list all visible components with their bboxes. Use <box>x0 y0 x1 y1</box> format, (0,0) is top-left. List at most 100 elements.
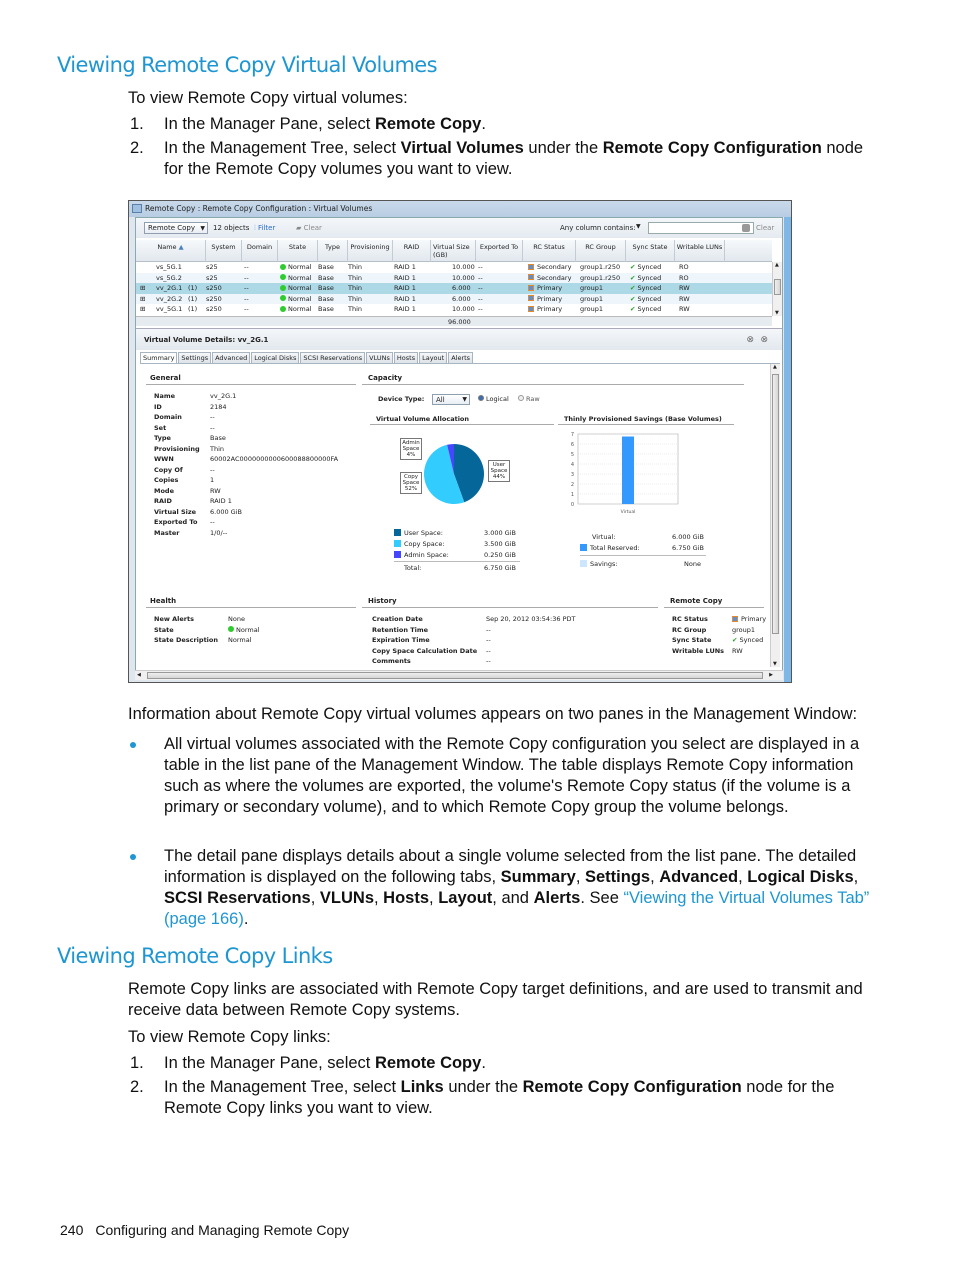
tab-logical-disks[interactable]: Logical Disks <box>251 352 300 363</box>
tab-summary[interactable]: Summary <box>140 352 178 363</box>
cell-count: (1) <box>188 305 198 313</box>
tab-name: VLUNs <box>319 889 374 907</box>
column-header-sync-state[interactable]: Sync State <box>626 240 675 262</box>
rc-status-icon <box>528 295 534 301</box>
property-value: RAID 1 <box>210 496 232 507</box>
cell-system: s250 <box>206 305 222 313</box>
filter-button[interactable]: ⫶ Filter <box>254 222 275 234</box>
window-titlebar: Remote Copy : Remote Copy Configuration … <box>129 201 791 217</box>
separator: , <box>575 868 585 886</box>
tab-layout[interactable]: Layout <box>419 352 448 363</box>
column-header-rc-group[interactable]: RC Group <box>576 240 626 262</box>
view-select[interactable]: Remote Copy ▼ <box>144 222 208 234</box>
remote-copy-section-title: Remote Copy <box>670 597 723 605</box>
property-label: Expiration Time <box>372 636 430 644</box>
tab-alerts[interactable]: Alerts <box>448 352 474 363</box>
column-header-type[interactable]: Type <box>318 240 348 262</box>
cell-exported-to: -- <box>478 263 483 271</box>
column-header-rc-status[interactable]: RC Status <box>523 240 576 262</box>
legend-swatch <box>580 544 587 551</box>
health-section-title: Health <box>150 597 177 605</box>
radio-raw[interactable]: Raw <box>518 394 540 405</box>
tab-vluns[interactable]: VLUNs <box>366 352 393 363</box>
scroll-down-icon[interactable]: ▼ <box>775 310 779 316</box>
property-label: Copy Of <box>154 465 183 474</box>
legend-label: Admin Space: <box>404 551 449 559</box>
scroll-up-icon[interactable]: ▲ <box>773 364 777 370</box>
search-input[interactable] <box>648 222 754 234</box>
scroll-right-icon[interactable]: ▶ <box>769 672 773 678</box>
collapse-icon[interactable]: ⊗ <box>746 329 754 351</box>
detail-horizontal-scrollbar[interactable]: ◀ ▶ <box>135 670 783 680</box>
property-value: -- <box>486 625 491 636</box>
value-text: -- <box>486 657 491 665</box>
cell-sync-state: ✔ Synced <box>630 262 661 273</box>
tab-advanced[interactable]: Advanced <box>212 352 251 363</box>
chevron-down-icon: ▼ <box>462 396 467 403</box>
legend-label: Copy Space: <box>404 540 445 548</box>
divider <box>362 607 658 608</box>
tab-settings[interactable]: Settings <box>178 352 212 363</box>
total-label: Total: <box>404 564 422 572</box>
rc-status-icon <box>528 274 534 280</box>
separator: , and <box>492 889 534 907</box>
y-tick-label: 1 <box>571 492 574 498</box>
clear-filter-button[interactable]: ▰ Clear <box>296 222 322 234</box>
page-number: 240 <box>60 1222 84 1238</box>
tab-hosts[interactable]: Hosts <box>393 352 419 363</box>
value-text: 1/0/-- <box>210 528 228 537</box>
expand-icon[interactable]: ⊞ <box>140 304 145 315</box>
property-label: RC Group <box>672 625 707 634</box>
search-clear-button[interactable]: Clear <box>756 222 774 234</box>
column-header-state[interactable]: State <box>278 240 318 262</box>
detail-vertical-scrollbar[interactable]: ▲ ▼ <box>770 364 780 667</box>
divider <box>558 424 734 425</box>
tab-name: Hosts <box>383 889 430 907</box>
property-label: ID <box>154 402 162 411</box>
separator: , <box>374 889 384 907</box>
expand-icon[interactable]: ⊗ <box>760 329 768 351</box>
property-value: None <box>228 614 245 625</box>
column-header-name[interactable]: Name ▲ <box>136 240 206 262</box>
cell-rc-group: group1.r250 <box>580 263 621 271</box>
scroll-up-icon[interactable]: ▲ <box>775 262 779 268</box>
table-row[interactable]: ⊞ vv_2G.2 (1) s250 -- Normal Base Thin RAID 1 6.0… <box>136 293 772 305</box>
table-row[interactable]: ⊞ vv_5G.1 (1) s250 -- Normal Base Thin RAID 1 10.… <box>136 304 772 315</box>
sort-ascending-icon: ▲ <box>178 243 184 251</box>
cell-state: Normal <box>280 304 312 315</box>
scrollbar-thumb[interactable] <box>774 279 781 295</box>
table-row[interactable]: vs_5G.2 s25 -- Normal Base Thin RAID 1 10.000 --… <box>136 272 772 283</box>
scrollbar-thumb[interactable] <box>772 374 779 634</box>
expand-icon[interactable]: ⊞ <box>140 283 145 294</box>
value-text: None <box>228 615 245 623</box>
table-vertical-scrollbar[interactable]: ▲ ▼ <box>772 262 782 316</box>
column-header-exported-to[interactable]: Exported To <box>476 240 523 262</box>
cell-domain: -- <box>244 273 249 282</box>
ui-term: Remote Copy <box>374 1054 482 1072</box>
expand-icon[interactable]: ⊞ <box>140 294 145 305</box>
table-row[interactable]: vs_5G.1 s25 -- Normal Base Thin RAID 1 10.000 --… <box>136 262 772 273</box>
column-header-raid[interactable]: RAID <box>393 240 431 262</box>
scroll-down-icon[interactable]: ▼ <box>773 661 777 667</box>
column-header-provisioning[interactable]: Provisioning <box>348 240 393 262</box>
scrollbar-thumb[interactable] <box>147 672 763 679</box>
savings-label: Total Reserved: <box>590 544 640 552</box>
column-header-writable-luns[interactable]: Writable LUNs <box>675 240 725 262</box>
clear-label: Clear <box>303 224 322 232</box>
search-column-dropdown[interactable]: ▼ <box>636 221 641 233</box>
step-number: 2. <box>130 1078 144 1096</box>
column-header-domain[interactable]: Domain <box>242 240 278 262</box>
intro-text: To view Remote Copy virtual volumes: <box>128 89 408 107</box>
device-type-select[interactable]: All ▼ <box>432 394 470 405</box>
tab-scsi-reservations[interactable]: SCSI Reservations <box>300 352 366 363</box>
cell-provisioning: Thin <box>348 305 363 313</box>
cell-type: Base <box>318 294 334 303</box>
summary-panel: General Name vv_2G.1 ID 2184 Domain -- Set -- Ty… <box>140 363 780 667</box>
table-row[interactable]: ⊞ vv_2G.1 (1) s250 -- Normal Base Thin RAID 1 6.0… <box>136 283 772 294</box>
column-header-system[interactable]: System <box>206 240 242 262</box>
radio-logical[interactable]: Logical <box>478 394 509 405</box>
column-header-virtual-size[interactable]: Virtual Size (GB) <box>431 240 476 262</box>
chapter-title: Configuring and Managing Remote Copy <box>95 1222 350 1238</box>
radio-label: Logical <box>486 395 509 403</box>
scroll-left-icon[interactable]: ◀ <box>137 672 141 678</box>
